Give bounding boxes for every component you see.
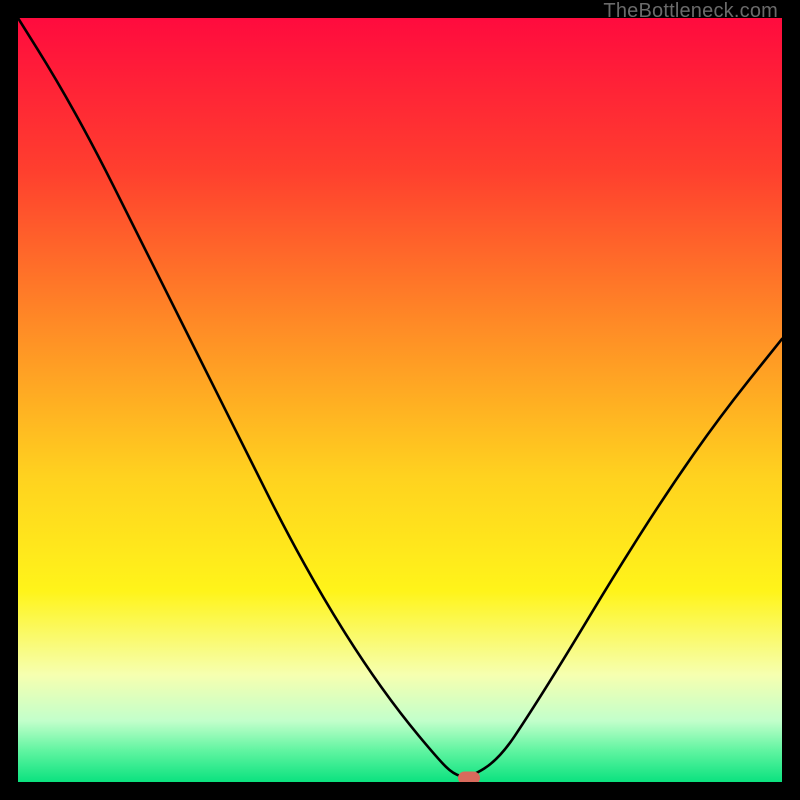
minimum-marker [458, 772, 480, 782]
bottleneck-curve [18, 18, 782, 782]
chart-frame: TheBottleneck.com [0, 0, 800, 800]
watermark-label: TheBottleneck.com [603, 0, 778, 23]
plot-area [18, 18, 782, 782]
